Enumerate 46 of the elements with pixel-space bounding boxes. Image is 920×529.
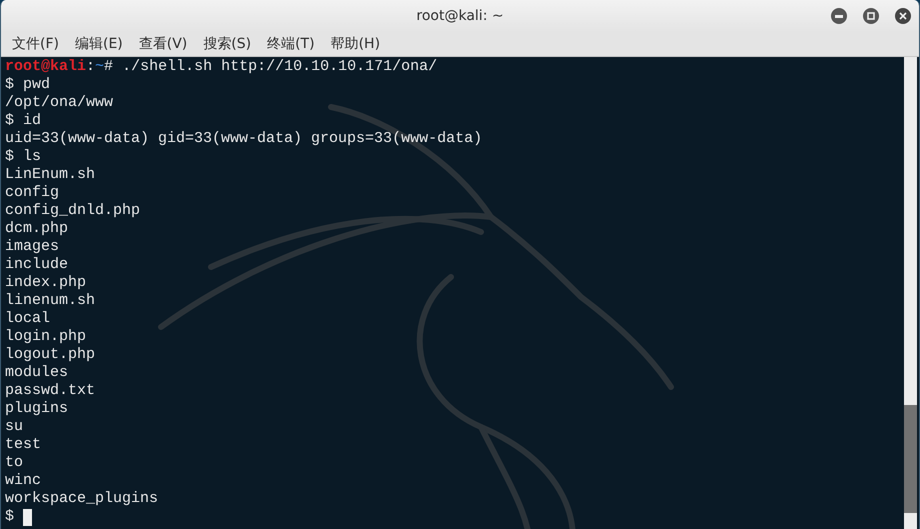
minimize-button[interactable] xyxy=(831,8,847,24)
menu-item[interactable]: 终端(T) xyxy=(267,34,315,54)
window-title: root@kali: ~ xyxy=(416,6,504,26)
terminal-line: LinEnum.sh xyxy=(5,166,96,184)
terminal-line: config_dnld.php xyxy=(5,202,140,220)
menu-item[interactable]: 帮助(H) xyxy=(330,34,380,54)
menu-item[interactable]: 编辑(E) xyxy=(74,34,123,54)
prompt-separator: : xyxy=(86,58,96,76)
prompt-user: root@kali xyxy=(5,58,86,76)
scrollbar[interactable] xyxy=(904,57,917,529)
cursor xyxy=(23,509,32,526)
maximize-icon xyxy=(867,12,875,20)
terminal-line: /opt/ona/www xyxy=(5,94,114,112)
prompt-symbol: # xyxy=(104,58,114,76)
terminal-line: test xyxy=(5,436,42,454)
terminal-line: modules xyxy=(5,364,68,382)
terminal-line: workspace_plugins xyxy=(5,490,158,508)
close-icon xyxy=(899,12,907,20)
terminal-line: passwd.txt xyxy=(5,382,96,400)
terminal-line: su xyxy=(5,418,24,436)
minimize-icon xyxy=(835,14,843,18)
terminal-line: $ id xyxy=(5,112,42,130)
menu-item[interactable]: 文件(F) xyxy=(12,34,59,54)
command-text: ./shell.sh http://10.10.10.171/ona/ xyxy=(121,58,438,76)
terminal-line: images xyxy=(5,238,60,256)
close-button[interactable] xyxy=(895,8,911,24)
scrollbar-thumb[interactable] xyxy=(904,405,917,513)
terminal-line: dcm.php xyxy=(5,220,68,238)
prompt-path: ~ xyxy=(95,58,104,76)
shell-prompt: $ xyxy=(5,508,14,526)
terminal-line: $ ls xyxy=(5,148,42,166)
terminal-line: plugins xyxy=(5,400,68,418)
terminal-line: include xyxy=(5,256,68,274)
terminal-line: local xyxy=(5,310,50,328)
terminal-line: $ pwd xyxy=(5,76,50,94)
terminal-line: login.php xyxy=(5,328,86,346)
maximize-button[interactable] xyxy=(863,8,879,24)
menu-item[interactable]: 查看(V) xyxy=(138,34,188,54)
terminal-line: uid=33(www-data) gid=33(www-data) groups=33(www-data) xyxy=(5,130,482,148)
terminal-line: linenum.sh xyxy=(5,292,96,310)
terminal-line: index.php xyxy=(5,274,86,292)
menu-item[interactable]: 搜索(S) xyxy=(203,34,252,54)
terminal-line: to xyxy=(5,454,24,472)
terminal-line: config xyxy=(5,184,60,202)
terminal-line: logout.php xyxy=(5,346,96,364)
terminal-line: winc xyxy=(5,472,42,490)
